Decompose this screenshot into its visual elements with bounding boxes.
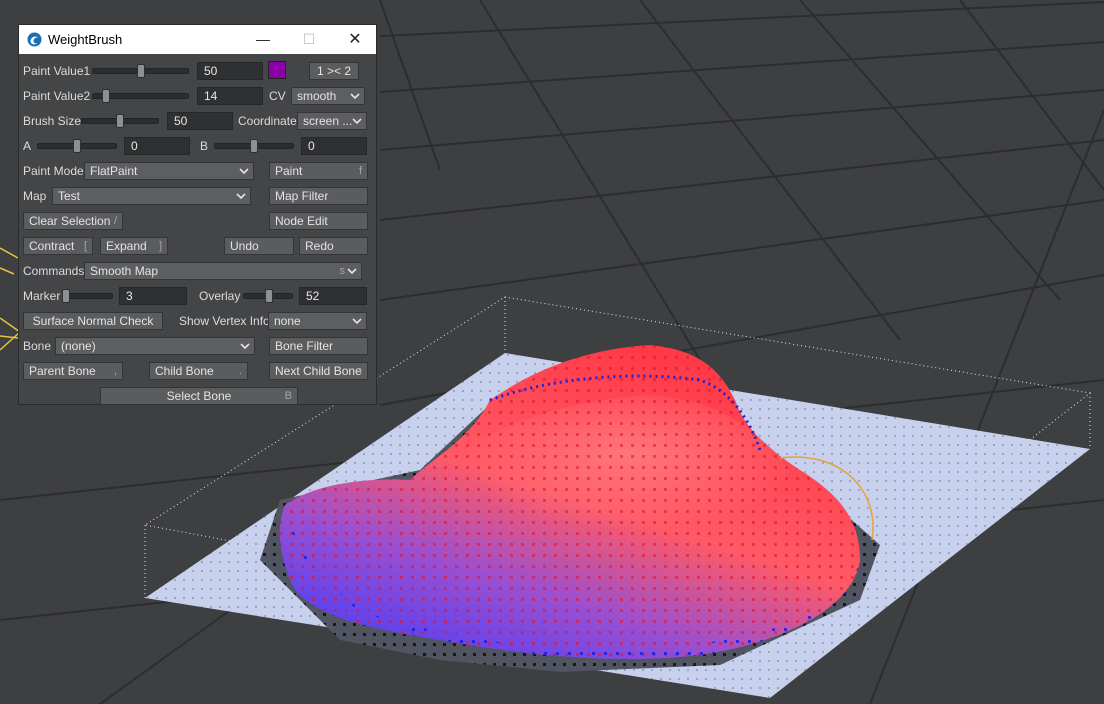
marker-label: Marker bbox=[23, 289, 61, 303]
expand-shortcut: ] bbox=[158, 240, 162, 252]
b-field[interactable]: 0 bbox=[301, 137, 367, 155]
map-value: Test bbox=[58, 189, 81, 203]
select-bone-shortcut: B bbox=[284, 390, 292, 402]
brush-size-slider[interactable] bbox=[81, 112, 159, 130]
a-label: A bbox=[23, 139, 32, 153]
slider-thumb[interactable] bbox=[265, 289, 273, 303]
next-child-bone-shortcut: n bbox=[355, 365, 362, 377]
chevron-down-icon bbox=[350, 93, 360, 100]
surface-normal-check-button[interactable]: Surface Normal Check bbox=[23, 312, 163, 330]
bone-lines bbox=[0, 247, 22, 351]
marker-slider[interactable] bbox=[62, 287, 113, 305]
slider-track bbox=[65, 293, 113, 299]
expand-button[interactable]: Expand ] bbox=[100, 237, 168, 255]
contract-label: Contract bbox=[29, 239, 75, 253]
paint-value1-label: Paint Value1 bbox=[23, 64, 91, 78]
overlay-slider[interactable] bbox=[243, 287, 293, 305]
paint-shortcut: f bbox=[358, 165, 362, 177]
overlay-field[interactable]: 52 bbox=[299, 287, 367, 305]
parent-bone-button[interactable]: Parent Bone , bbox=[23, 362, 123, 380]
marker-field[interactable]: 3 bbox=[119, 287, 187, 305]
bone-value: (none) bbox=[61, 339, 96, 353]
b-label: B bbox=[200, 139, 209, 153]
bone-filter-button[interactable]: Bone Filter bbox=[269, 337, 368, 355]
undo-button[interactable]: Undo bbox=[224, 237, 294, 255]
lightwave-logo-icon bbox=[27, 32, 42, 47]
clear-selection-label: Clear Selection bbox=[29, 214, 111, 228]
slider-thumb[interactable] bbox=[250, 139, 258, 153]
redo-button[interactable]: Redo bbox=[299, 237, 368, 255]
a-slider[interactable] bbox=[37, 137, 117, 155]
child-bone-button[interactable]: Child Bone . bbox=[149, 362, 248, 380]
map-filter-button[interactable]: Map Filter bbox=[269, 187, 368, 205]
slider-thumb[interactable] bbox=[101, 89, 110, 103]
weightbrush-panel: WeightBrush — ☐ ✕ Paint Value1 50 1 >< 2… bbox=[18, 24, 377, 405]
paint-mode-dropdown[interactable]: FlatPaint bbox=[84, 162, 254, 180]
brush-size-field[interactable]: 50 bbox=[167, 112, 233, 130]
select-bone-button[interactable]: Select Bone B bbox=[100, 387, 298, 405]
paint-mode-value: FlatPaint bbox=[90, 164, 138, 178]
coordinate-label: Coordinate bbox=[238, 114, 297, 128]
contract-button[interactable]: Contract [ bbox=[23, 237, 93, 255]
parent-bone-label: Parent Bone bbox=[29, 364, 96, 378]
coordinate-dropdown[interactable]: screen ... bbox=[297, 112, 367, 130]
paint-value2-field[interactable]: 14 bbox=[197, 87, 263, 105]
chevron-down-icon bbox=[239, 168, 249, 175]
bone-label: Bone bbox=[23, 339, 52, 353]
cv-dropdown[interactable]: smooth bbox=[291, 87, 365, 105]
map-dropdown[interactable]: Test bbox=[52, 187, 251, 205]
title-bar[interactable]: WeightBrush — ☐ ✕ bbox=[19, 25, 376, 54]
paint-button[interactable]: Paint f bbox=[269, 162, 368, 180]
next-child-bone-button[interactable]: Next Child Bone n bbox=[269, 362, 368, 380]
overlay-label: Overlay bbox=[199, 289, 241, 303]
next-child-bone-label: Next Child Bone bbox=[275, 364, 362, 378]
a-field[interactable]: 0 bbox=[124, 137, 190, 155]
slider-thumb[interactable] bbox=[136, 64, 145, 78]
chevron-down-icon bbox=[236, 193, 246, 200]
cv-label: CV bbox=[269, 89, 286, 103]
parent-bone-shortcut: , bbox=[113, 365, 117, 377]
commands-value: Smooth Map bbox=[90, 264, 159, 278]
paint-mode-label: Paint Mode bbox=[23, 164, 84, 178]
b-slider[interactable] bbox=[214, 137, 294, 155]
cv-value: smooth bbox=[297, 89, 337, 103]
brush-size-label: Brush Size bbox=[23, 114, 82, 128]
clear-selection-shortcut: / bbox=[113, 215, 117, 227]
close-button[interactable]: ✕ bbox=[332, 25, 378, 54]
contract-shortcut: [ bbox=[83, 240, 87, 252]
slider-thumb[interactable] bbox=[73, 139, 81, 153]
clear-selection-button[interactable]: Clear Selection / bbox=[23, 212, 123, 230]
chevron-down-icon bbox=[352, 118, 362, 125]
paint-value2-slider[interactable] bbox=[92, 87, 189, 105]
paint-value1-field[interactable]: 50 bbox=[197, 62, 263, 80]
paint-color-swatch[interactable] bbox=[268, 61, 286, 79]
commands-shortcut: s bbox=[339, 265, 346, 277]
slider-thumb[interactable] bbox=[62, 289, 71, 303]
show-vertex-info-label: Show Vertex Info bbox=[179, 314, 270, 328]
select-bone-label: Select Bone bbox=[166, 389, 232, 403]
paint-value1-slider[interactable] bbox=[92, 62, 189, 80]
map-label: Map bbox=[23, 189, 47, 203]
window-title: WeightBrush bbox=[48, 32, 123, 47]
child-bone-label: Child Bone bbox=[155, 364, 214, 378]
chevron-down-icon bbox=[347, 268, 357, 275]
paint-value2-label: Paint Value2 bbox=[23, 89, 91, 103]
expand-label: Expand bbox=[106, 239, 147, 253]
commands-label: Commands bbox=[23, 264, 85, 278]
coordinate-value: screen ... bbox=[303, 114, 353, 128]
child-bone-shortcut: . bbox=[238, 365, 242, 377]
commands-dropdown[interactable]: Smooth Map s bbox=[84, 262, 362, 280]
maximize-button[interactable]: ☐ bbox=[286, 25, 332, 54]
chevron-down-icon bbox=[352, 318, 362, 325]
minimize-button[interactable]: — bbox=[240, 25, 286, 54]
swap-values-button[interactable]: 1 >< 2 bbox=[309, 62, 359, 80]
bone-dropdown[interactable]: (none) bbox=[55, 337, 255, 355]
slider-thumb[interactable] bbox=[116, 114, 124, 128]
show-vertex-info-dropdown[interactable]: none bbox=[268, 312, 367, 330]
show-vertex-info-value: none bbox=[274, 314, 301, 328]
node-edit-button[interactable]: Node Edit bbox=[269, 212, 368, 230]
chevron-down-icon bbox=[240, 343, 250, 350]
paint-button-label: Paint bbox=[275, 164, 303, 178]
